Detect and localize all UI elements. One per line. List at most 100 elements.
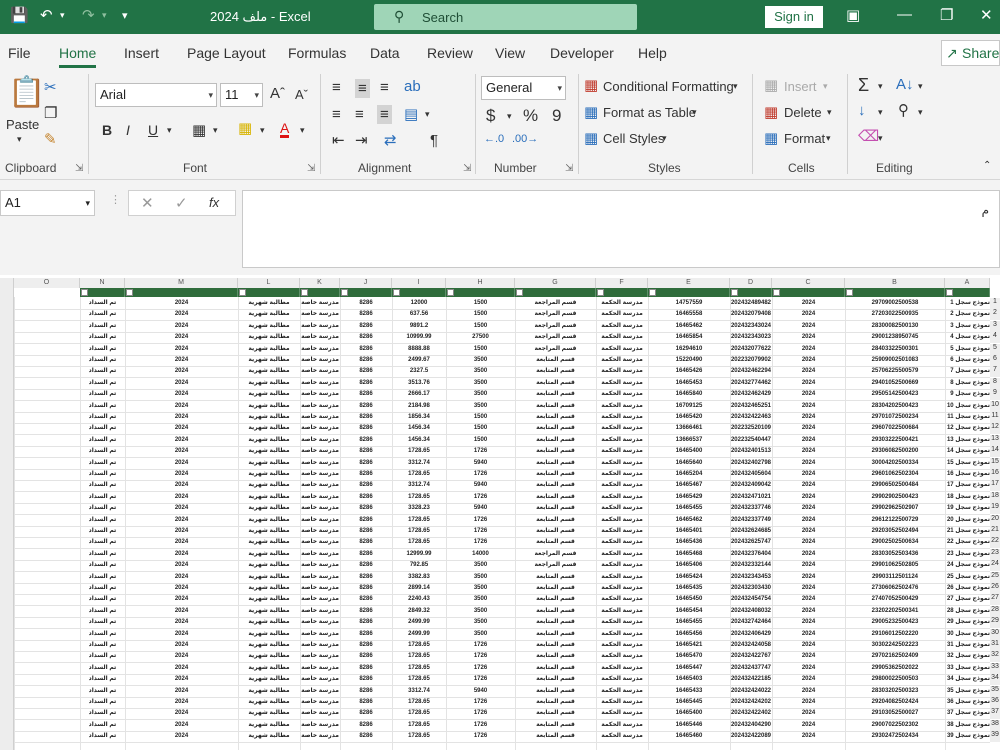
table-cell[interactable]: 3500 (446, 389, 515, 400)
table-cell[interactable]: تم السداد (80, 560, 125, 571)
table-cell[interactable]: تم السداد (80, 503, 125, 514)
table-cell[interactable]: 1726 (446, 731, 515, 742)
table-cell[interactable]: 29901062502805 (845, 560, 945, 571)
row-number[interactable]: 15 (990, 458, 1000, 469)
table-cell[interactable]: مدرسة الحكمة (596, 401, 648, 412)
table-cell[interactable]: 202432337749 (730, 515, 772, 526)
format-as-table-button[interactable]: Format as Table (603, 105, 696, 120)
table-cell[interactable]: 29001238950745 (845, 332, 945, 343)
column-header[interactable]: H (446, 278, 515, 288)
table-cell[interactable]: 1728.65 (392, 708, 446, 719)
filter-dropdown-icon[interactable] (393, 289, 400, 296)
column-header[interactable]: A (945, 278, 990, 288)
fill-icon[interactable]: ↓ (858, 103, 866, 118)
align-right-icon[interactable]: ≡ (377, 105, 392, 124)
filter-dropdown-icon[interactable] (126, 289, 133, 296)
table-cell[interactable]: 29902962502907 (845, 503, 945, 514)
table-cell[interactable] (14, 378, 80, 389)
table-cell[interactable]: نموذج سجل 26 (945, 583, 990, 594)
table-cell[interactable]: مطالبة شهرية (238, 412, 300, 423)
table-cell[interactable]: 9891.2 (392, 321, 446, 332)
table-cell[interactable] (14, 469, 80, 480)
orientation-icon[interactable]: ab (404, 79, 421, 94)
row-number[interactable]: 4 (990, 332, 1000, 343)
table-cell[interactable]: 1726 (446, 708, 515, 719)
table-cell[interactable]: 2024 (772, 720, 845, 731)
chevron-down-icon[interactable]: ▾ (733, 82, 738, 91)
table-cell[interactable]: 202432625747 (730, 537, 772, 548)
table-cell[interactable]: 30302242502223 (845, 640, 945, 651)
table-cell[interactable]: مدرسة خاصة (300, 423, 340, 434)
customize-toolbar-icon[interactable]: ▾ (122, 9, 128, 22)
tab-home[interactable]: Home (59, 45, 97, 68)
table-cell[interactable]: 202432409042 (730, 480, 772, 491)
table-cell[interactable]: 202432624685 (730, 526, 772, 537)
table-cell[interactable]: 16465558 (648, 309, 730, 320)
table-cell[interactable]: 5940 (446, 458, 515, 469)
save-icon[interactable]: 💾 (10, 6, 29, 24)
table-cell[interactable]: 2024 (772, 458, 845, 469)
table-cell[interactable]: نموذج سجل 29 (945, 617, 990, 628)
table-cell[interactable]: قسم المتابعة (515, 412, 596, 423)
table-cell[interactable]: 3500 (446, 583, 515, 594)
table-cell[interactable]: 2024 (772, 503, 845, 514)
table-cell[interactable]: 16294610 (648, 344, 730, 355)
table-cell[interactable]: 13666461 (648, 423, 730, 434)
table-cell[interactable]: 8286 (340, 480, 392, 491)
table-cell[interactable]: 8286 (340, 537, 392, 548)
table-cell[interactable]: 1728.65 (392, 731, 446, 742)
chevron-down-icon[interactable]: ▾ (662, 134, 667, 143)
table-cell[interactable]: 16709125 (648, 401, 730, 412)
filter-dropdown-icon[interactable] (239, 289, 246, 296)
table-cell[interactable]: نموذج سجل 9 (945, 389, 990, 400)
row-number[interactable]: 32 (990, 651, 1000, 662)
row-number[interactable]: 25 (990, 572, 1000, 583)
table-cell[interactable]: 8286 (340, 629, 392, 640)
table-cell[interactable]: 2024 (125, 469, 238, 480)
table-cell[interactable]: مدرسة خاصة (300, 697, 340, 708)
table-cell[interactable]: 5940 (446, 480, 515, 491)
table-cell[interactable]: مطالبة شهرية (238, 663, 300, 674)
table-cell[interactable]: مطالبة شهرية (238, 378, 300, 389)
table-cell[interactable]: قسم المتابعة (515, 594, 596, 605)
table-cell[interactable]: مطالبة شهرية (238, 332, 300, 343)
table-cell[interactable]: نموذج سجل 7 (945, 366, 990, 377)
row-number[interactable]: 34 (990, 674, 1000, 685)
table-cell[interactable]: 202432424202 (730, 697, 772, 708)
table-cell[interactable]: قسم المتابعة (515, 572, 596, 583)
filter-dropdown-icon[interactable] (731, 289, 738, 296)
row-number[interactable]: 36 (990, 697, 1000, 708)
table-cell[interactable]: 2024 (125, 560, 238, 571)
decrease-font-icon[interactable]: Aˇ (295, 88, 308, 101)
column-header[interactable]: O (14, 278, 80, 288)
table-cell[interactable]: مدرسة خاصة (300, 355, 340, 366)
table-cell[interactable]: 29401052500669 (845, 378, 945, 389)
table-cell[interactable]: مدرسة الحكمة (596, 423, 648, 434)
table-cell[interactable]: 28304202500423 (845, 401, 945, 412)
table-cell[interactable]: مطالبة شهرية (238, 640, 300, 651)
table-cell[interactable]: نموذج سجل 4 (945, 332, 990, 343)
row-number[interactable]: 20 (990, 515, 1000, 526)
column-header[interactable]: J (340, 278, 392, 288)
table-cell[interactable]: 3500 (446, 629, 515, 640)
filter-dropdown-icon[interactable] (301, 289, 308, 296)
table-cell[interactable]: قسم المتابعة (515, 355, 596, 366)
table-cell[interactable]: 16465420 (648, 412, 730, 423)
table-cell[interactable]: 1728.65 (392, 640, 446, 651)
table-cell[interactable]: نموذج سجل 22 (945, 537, 990, 548)
table-cell[interactable]: تم السداد (80, 640, 125, 651)
table-cell[interactable]: 16465433 (648, 686, 730, 697)
filter-dropdown-icon[interactable] (773, 289, 780, 296)
table-cell[interactable]: 2024 (772, 617, 845, 628)
table-cell[interactable]: مدرسة خاصة (300, 606, 340, 617)
table-cell[interactable]: قسم المراجعة (515, 298, 596, 309)
decrease-decimal-icon[interactable]: .00→ (512, 134, 538, 145)
table-cell[interactable]: 2024 (772, 355, 845, 366)
table-cell[interactable]: 1726 (446, 537, 515, 548)
filter-header-cell[interactable] (300, 288, 340, 297)
table-cell[interactable]: 27500 (446, 332, 515, 343)
percent-button[interactable]: % (523, 107, 538, 124)
table-cell[interactable]: مدرسة الحكمة (596, 503, 648, 514)
table-cell[interactable]: مطالبة شهرية (238, 389, 300, 400)
wrap-text-icon[interactable]: ▤ (404, 107, 418, 122)
